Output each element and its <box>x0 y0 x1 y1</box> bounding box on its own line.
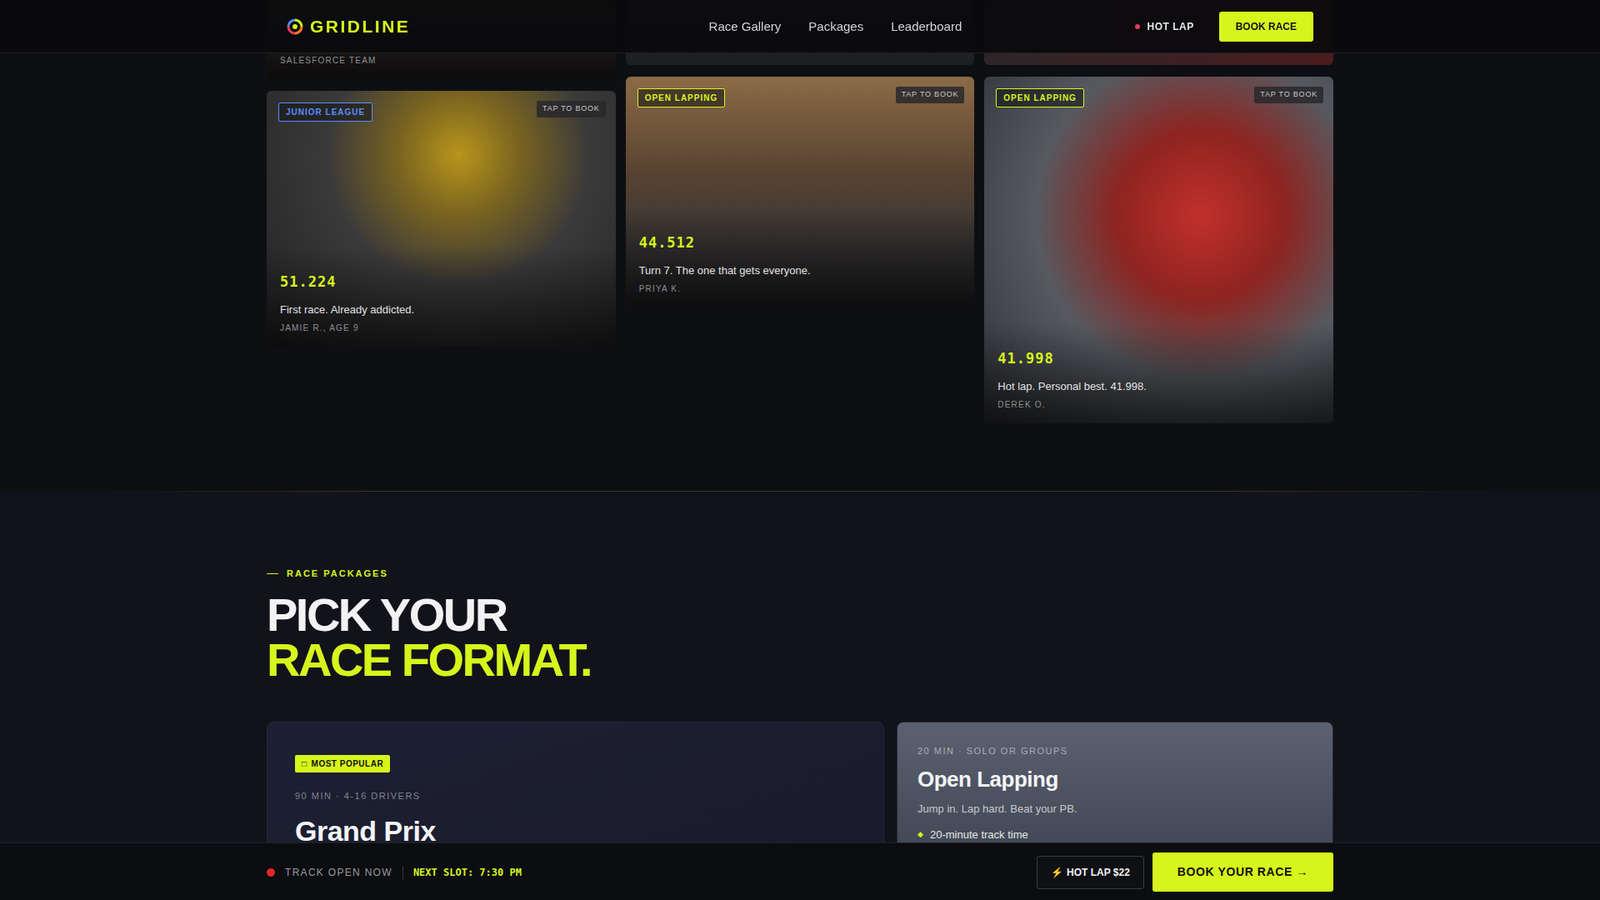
card-tag: JUNIOR LEAGUE <box>278 102 373 122</box>
navbar-inner: GRIDLINE Race Gallery Packages Leaderboard H… <box>266 0 1334 54</box>
gallery-card[interactable]: OPEN LAPPING TAP TO BOOK 44.512 Turn 7. The… <box>625 76 975 308</box>
badge-icon: □ <box>301 757 308 770</box>
lap-time: 44.512 <box>639 232 962 255</box>
hot-lap-label: HOT LAP <box>1146 19 1194 35</box>
package-tagline: Jump in. Lap hard. Beat your PB. <box>917 800 1313 818</box>
nav-link[interactable]: Packages <box>808 17 864 37</box>
nav-links: Race Gallery Packages Leaderboard <box>584 17 963 37</box>
lap-time: 41.998 <box>997 348 1320 370</box>
gallery-card[interactable]: JUNIOR LEAGUE TAP TO BOOK 51.224 First race… <box>266 90 616 347</box>
package-meta: 20 MIN · SOLO OR GROUPS <box>917 744 1313 759</box>
logo-icon <box>286 18 304 35</box>
nav-link[interactable]: Race Gallery <box>709 17 782 37</box>
hot-lap-button-label: HOT LAP $22 <box>1066 865 1130 880</box>
hot-lap-link[interactable]: HOT LAP <box>1135 19 1194 35</box>
lap-time: 51.224 <box>280 271 603 294</box>
eyebrow-label: RACE PACKAGES <box>286 566 389 581</box>
card-tag: OPEN LAPPING <box>637 88 726 108</box>
package-meta: 90 MIN · 4-16 DRIVERS <box>295 789 856 804</box>
card-author: DEREK O. <box>997 398 1320 411</box>
tap-to-book-label[interactable]: TAP TO BOOK <box>895 86 965 104</box>
package-name: Open Lapping <box>917 763 1313 796</box>
nav-actions: HOT LAP BOOK RACE <box>1135 11 1314 42</box>
bullet-icon: ◆ <box>917 829 924 841</box>
bottom-bar: TRACK OPEN NOW NEXT SLOT: 7:30 PM ⚡HOT LAP… <box>0 842 1600 900</box>
card-info: 44.512 Turn 7. The one that gets everyone… <box>625 207 975 308</box>
status-label: TRACK OPEN NOW <box>285 865 393 880</box>
tap-to-book-label[interactable]: TAP TO BOOK <box>536 100 606 118</box>
card-caption: Hot lap. Personal best. 41.998. <box>997 378 1320 395</box>
gallery-card[interactable]: OPEN LAPPING TAP TO BOOK 41.998 Hot lap. Pe… <box>984 76 1334 424</box>
race-gallery: SALESFORCE TEAM JUNIOR LEAGUE TAP TO BOOK 5… <box>266 0 1334 491</box>
tap-to-book-label[interactable]: TAP TO BOOK <box>1254 86 1324 104</box>
card-info: 41.998 Hot lap. Personal best. 41.998. DER… <box>984 323 1334 424</box>
next-slot: NEXT SLOT: 7:30 PM <box>413 865 522 880</box>
card-tag: OPEN LAPPING <box>995 88 1085 108</box>
bottom-bar-inner: TRACK OPEN NOW NEXT SLOT: 7:30 PM ⚡HOT LAP… <box>266 843 1334 900</box>
feature-label: 20-minute track time <box>930 826 1029 844</box>
bolt-icon: ⚡ <box>1050 865 1064 880</box>
hot-lap-button[interactable]: ⚡HOT LAP $22 <box>1036 855 1145 890</box>
track-status: TRACK OPEN NOW NEXT SLOT: 7:30 PM <box>266 865 522 880</box>
card-info: 51.224 First race. Already addicted. JAMIE… <box>266 246 616 347</box>
brand-logo[interactable]: GRIDLINE <box>286 13 410 40</box>
section-heading: PICK YOURRACE FORMAT. <box>266 592 1334 685</box>
card-author: SALESFORCE TEAM <box>280 54 603 67</box>
card-caption: First race. Already addicted. <box>280 301 603 319</box>
heading-line: PICK YOUR <box>266 592 1334 639</box>
brand-name: GRIDLINE <box>310 13 410 40</box>
status-dot-icon <box>266 868 275 877</box>
book-race-button[interactable]: BOOK RACE <box>1219 11 1314 42</box>
heading-accent: RACE FORMAT. <box>266 637 1334 684</box>
badge-label: MOST POPULAR <box>311 757 385 770</box>
gallery-column: OPEN LAPPING TAP TO BOOK 41.998 Hot lap. Pe… <box>984 0 1334 424</box>
eyebrow-line <box>266 573 279 575</box>
card-author: PRIYA K. <box>639 282 962 295</box>
live-dot-icon <box>1135 24 1140 30</box>
top-navbar: GRIDLINE Race Gallery Packages Leaderboard H… <box>0 0 1600 54</box>
card-author: JAMIE R., AGE 9 <box>280 321 603 335</box>
package-feature: ◆ 20-minute track time <box>917 826 1313 844</box>
nav-link[interactable]: Leaderboard <box>890 17 962 37</box>
book-your-race-button[interactable]: BOOK YOUR RACE → <box>1152 852 1334 892</box>
popular-badge: □MOST POPULAR <box>295 755 390 773</box>
card-caption: Turn 7. The one that gets everyone. <box>639 262 962 280</box>
bar-actions: ⚡HOT LAP $22BOOK YOUR RACE → <box>1036 852 1334 892</box>
section-eyebrow: RACE PACKAGES <box>266 566 1334 581</box>
separator <box>402 865 404 880</box>
packages-section: RACE PACKAGES PICK YOURRACE FORMAT. □MOST … <box>0 491 1600 900</box>
page: SALESFORCE TEAM JUNIOR LEAGUE TAP TO BOOK 5… <box>0 0 1600 900</box>
